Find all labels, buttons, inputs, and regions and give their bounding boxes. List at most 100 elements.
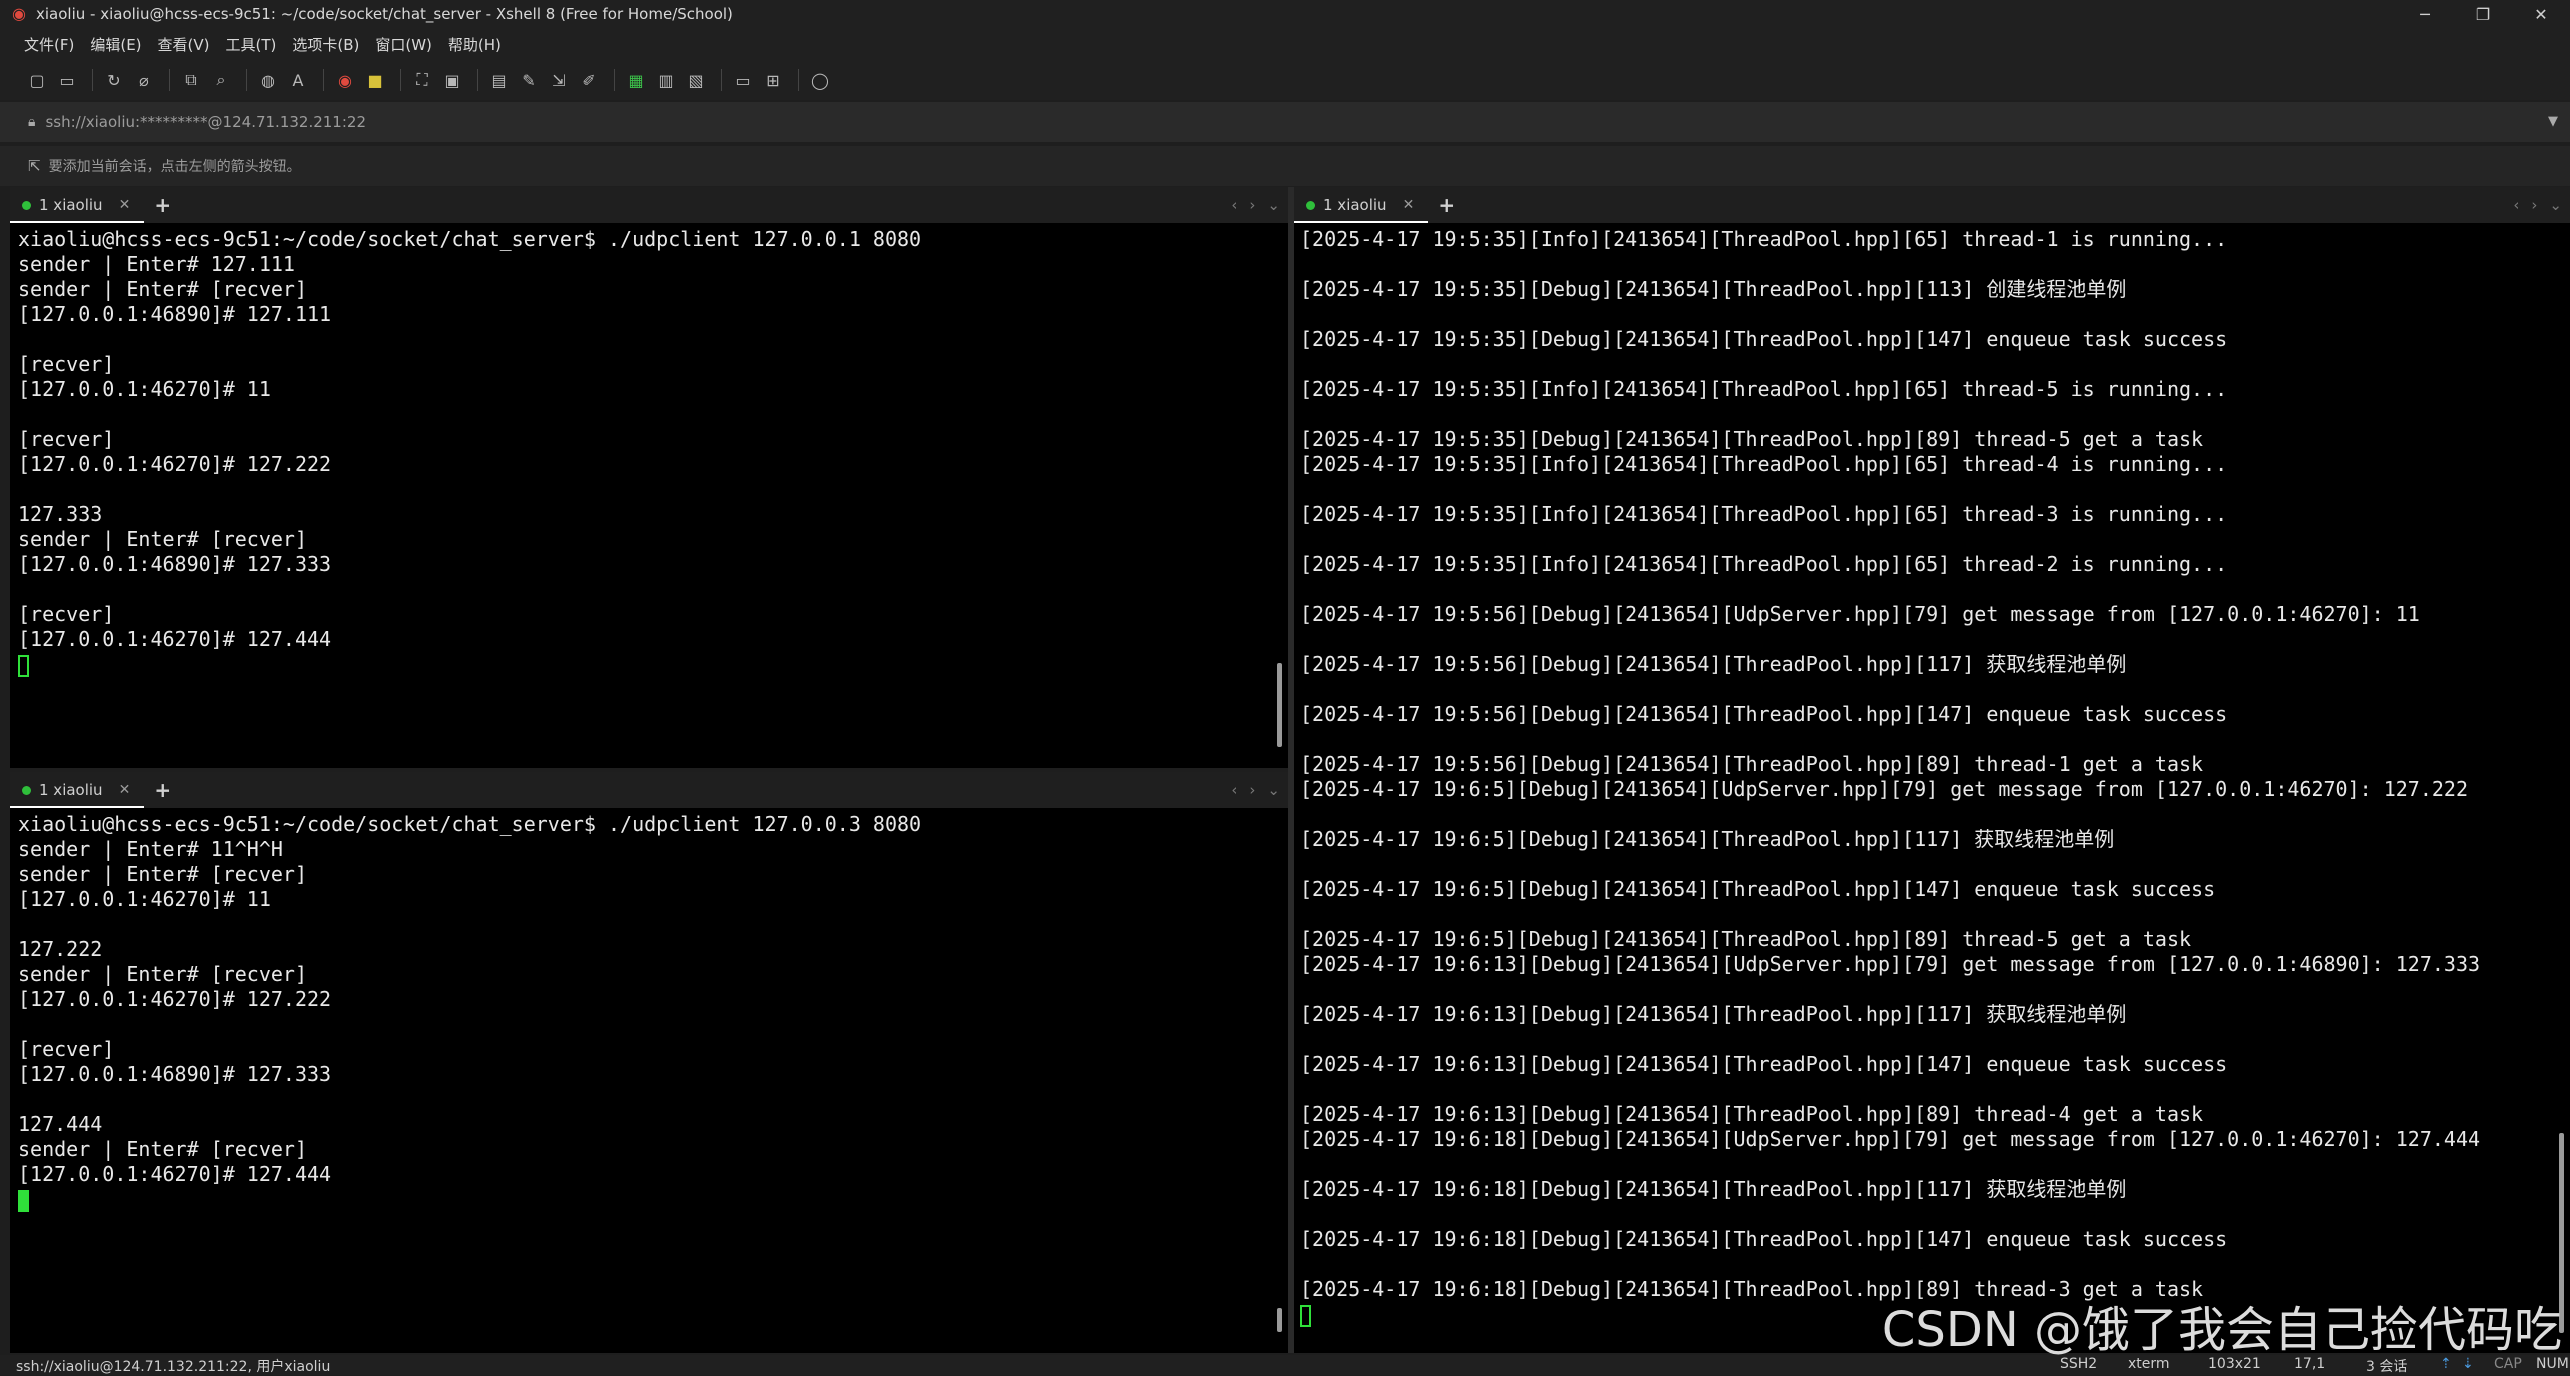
new-session-icon[interactable]: ▢ <box>24 67 50 93</box>
close-icon[interactable]: ✕ <box>119 197 131 213</box>
terminal-pane-bottom-left[interactable]: xiaoliu@hcss-ecs-9c51:~/code/socket/chat… <box>10 808 1288 1353</box>
tile-icon[interactable]: ⊞ <box>760 67 786 93</box>
status-bar: ssh://xiaoliu@124.71.132.211:22, 用户xiaol… <box>0 1355 2570 1375</box>
scrollbar-thumb[interactable] <box>1277 1308 1282 1332</box>
script-icon[interactable]: ✎ <box>516 67 542 93</box>
hint-text: 要添加当前会话，点击左侧的箭头按钮。 <box>48 159 301 175</box>
xftp-icon[interactable]: ■ <box>362 67 388 93</box>
font-icon[interactable]: A <box>285 67 311 93</box>
terminal-pane-right[interactable]: [2025-4-17 19:5:35][Info][2413654][Threa… <box>1294 223 2570 1353</box>
chevron-left-icon[interactable]: ‹ <box>1231 781 1237 799</box>
toolbar-separator <box>246 69 247 91</box>
tab-xiaoliu[interactable]: 1 xiaoliu ✕ <box>10 187 145 223</box>
toolbar-separator <box>798 69 799 91</box>
terminal-line: sender | Enter# 127.111 <box>18 252 295 276</box>
xshell-logo-icon: ◉ <box>12 4 26 23</box>
chevron-right-icon[interactable]: › <box>1249 781 1255 799</box>
terminal-line: xiaoliu@hcss-ecs-9c51:~/code/socket/chat… <box>18 227 922 251</box>
find-icon[interactable]: ⌕ <box>208 67 234 93</box>
terminal-line: [2025-4-17 19:5:35][Debug][2413654][Thre… <box>1300 427 2204 451</box>
minimize-button[interactable]: ─ <box>2396 0 2454 28</box>
scrollbar-thumb[interactable] <box>1277 663 1282 747</box>
terminal-line: [2025-4-17 19:6:13][Debug][2413654][Thre… <box>1300 1052 2228 1076</box>
terminal-line: [recver] <box>18 427 115 451</box>
terminal-output[interactable]: xiaoliu@hcss-ecs-9c51:~/code/socket/chat… <box>18 227 1268 767</box>
menu-view[interactable]: 查看(V) <box>158 34 210 55</box>
lock-icon[interactable]: ▣ <box>439 67 465 93</box>
help-icon[interactable]: ◯ <box>807 67 833 93</box>
log-icon[interactable]: ▦ <box>623 67 649 93</box>
chevron-right-icon[interactable]: › <box>1249 196 1255 214</box>
terminal-output[interactable]: xiaoliu@hcss-ecs-9c51:~/code/socket/chat… <box>18 812 1268 1352</box>
terminal-pane-top-left[interactable]: xiaoliu@hcss-ecs-9c51:~/code/socket/chat… <box>10 223 1288 768</box>
fullscreen-icon[interactable]: ⛶ <box>409 67 435 93</box>
download-icon[interactable]: ⇣ <box>2462 1356 2474 1372</box>
maximize-button[interactable]: ❐ <box>2454 0 2512 28</box>
connected-status-icon <box>1306 200 1315 210</box>
terminal-line: [2025-4-17 19:5:35][Info][2413654][Threa… <box>1300 377 2228 401</box>
chevron-right-icon[interactable]: › <box>2531 196 2537 214</box>
scrollbar[interactable] <box>1272 808 1288 1353</box>
add-tab-button[interactable]: + <box>1438 193 1455 217</box>
session-manager-icon[interactable]: ▭ <box>730 67 756 93</box>
close-button[interactable]: ✕ <box>2512 0 2570 28</box>
menu-bar: 文件(F) 编辑(E) 查看(V) 工具(T) 选项卡(B) 窗口(W) 帮助(… <box>0 28 2570 60</box>
chevron-left-icon[interactable]: ‹ <box>2513 196 2519 214</box>
close-icon[interactable]: ✕ <box>1403 197 1415 213</box>
terminal-line: sender | Enter# [recver] <box>18 862 307 886</box>
menu-window[interactable]: 窗口(W) <box>375 34 432 55</box>
status-sessions[interactable]: 3 会话 <box>2366 1356 2407 1376</box>
scrollbar[interactable] <box>1272 223 1288 768</box>
close-icon[interactable]: ✕ <box>119 782 131 798</box>
transfer-icon[interactable]: ⇲ <box>546 67 572 93</box>
chevron-down-icon[interactable]: ⌄ <box>1267 196 1280 214</box>
chevron-down-icon[interactable]: ⌄ <box>1267 781 1280 799</box>
menu-tabs[interactable]: 选项卡(B) <box>292 34 359 55</box>
open-folder-icon[interactable]: ▭ <box>54 67 80 93</box>
upload-icon[interactable]: ⇡ <box>2440 1356 2452 1372</box>
menu-edit[interactable]: 编辑(E) <box>90 34 141 55</box>
scrollbar[interactable] <box>2554 223 2570 1353</box>
menu-file[interactable]: 文件(F) <box>24 34 74 55</box>
connected-status-icon <box>22 200 31 210</box>
lock-icon: 🔒︎ <box>28 114 36 130</box>
disconnect-icon[interactable]: ⌀ <box>131 67 157 93</box>
terminal-line: [127.0.0.1:46890]# 127.333 <box>18 552 332 576</box>
globe-icon[interactable]: ◍ <box>255 67 281 93</box>
terminal-line: [2025-4-17 19:6:5][Debug][2413654][Threa… <box>1300 927 2192 951</box>
tab-xiaoliu[interactable]: 1 xiaoliu ✕ <box>1294 187 1429 223</box>
address-bar[interactable]: 🔒︎ ssh://xiaoliu:*********@124.71.132.21… <box>0 102 2570 142</box>
terminal-line: [127.0.0.1:46270]# 127.222 <box>18 987 332 1011</box>
terminal-line: [2025-4-17 19:5:35][Info][2413654][Threa… <box>1300 552 2228 576</box>
chevron-down-icon[interactable]: ⌄ <box>2549 196 2562 214</box>
chevron-left-icon[interactable]: ‹ <box>1231 196 1237 214</box>
xshell-icon[interactable]: ◉ <box>332 67 358 93</box>
terminal-line: [2025-4-17 19:6:13][Debug][2413654][Thre… <box>1300 1102 2204 1126</box>
terminal-output[interactable]: [2025-4-17 19:5:35][Info][2413654][Threa… <box>1300 227 2550 1351</box>
add-tab-button[interactable]: + <box>154 778 171 802</box>
add-session-arrow-icon[interactable]: ⇱ <box>28 157 41 175</box>
chevron-down-icon[interactable]: ▼ <box>2548 114 2558 129</box>
address-text[interactable]: ssh://xiaoliu:*********@124.71.132.211:2… <box>45 113 366 131</box>
split-icon[interactable]: ▥ <box>653 67 679 93</box>
compose-icon[interactable]: ✐ <box>576 67 602 93</box>
reconnect-icon[interactable]: ↻ <box>101 67 127 93</box>
new-tab-icon[interactable]: ⧉ <box>178 67 204 93</box>
tab-xiaoliu[interactable]: 1 xiaoliu ✕ <box>10 772 145 808</box>
menu-help[interactable]: 帮助(H) <box>448 34 501 55</box>
add-tab-button[interactable]: + <box>154 193 171 217</box>
menu-tools[interactable]: 工具(T) <box>226 34 277 55</box>
keyboard-icon[interactable]: ▤ <box>486 67 512 93</box>
layout-icon[interactable]: ▧ <box>683 67 709 93</box>
